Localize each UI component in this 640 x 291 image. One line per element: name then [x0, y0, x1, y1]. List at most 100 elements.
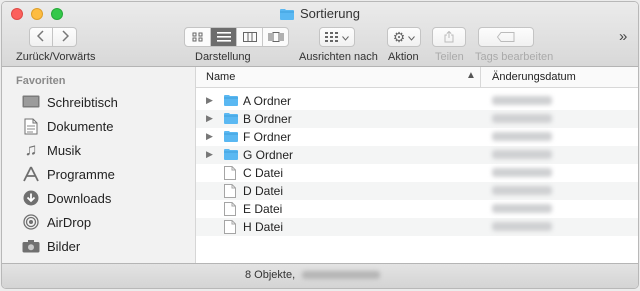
list-view-button[interactable] [211, 28, 237, 46]
nav-label: Zurück/Vorwärts [16, 51, 96, 63]
available-space-redacted [302, 271, 380, 279]
sidebar-item-label: Musik [47, 142, 81, 158]
view-label: Darstellung [195, 51, 251, 63]
disclosure-triangle-icon[interactable]: ▶ [206, 131, 213, 142]
list-item[interactable]: ▶ A Ordner [196, 92, 638, 110]
gear-icon: ⚙ [392, 29, 406, 45]
sidebar-item-label: Programme [47, 166, 115, 182]
list-item[interactable]: ▶ G Ordner [196, 146, 638, 164]
column-name-header[interactable]: Name [206, 71, 235, 83]
disclosure-triangle-icon[interactable]: ▶ [206, 149, 213, 160]
list-item[interactable]: C Datei [196, 164, 638, 182]
sidebar-item-label: Dokumente [47, 118, 114, 134]
file-name: B Ordner [243, 112, 292, 126]
file-name: G Ordner [243, 148, 294, 162]
sidebar-item-desktop[interactable]: Schreibtisch [22, 91, 118, 113]
share-icon [444, 31, 454, 43]
list-item[interactable]: E Datei [196, 200, 638, 218]
airdrop-icon [22, 213, 40, 231]
status-bar: 8 Objekte, [2, 263, 638, 288]
columns-icon [242, 32, 257, 42]
forward-button[interactable] [53, 27, 77, 47]
file-list: Name ▲ Änderungsdatum ▶ A Ordner ▶ B Ord… [196, 67, 638, 264]
chevron-left-icon [36, 29, 45, 45]
file-icon [224, 166, 236, 183]
date-value-redacted [492, 168, 552, 177]
sidebar-item-pictures[interactable]: Bilder [22, 235, 80, 257]
item-count: 8 Objekte, [245, 269, 296, 281]
tags-label: Tags bearbeiten [475, 51, 554, 63]
coverflow-view-button[interactable] [263, 28, 288, 46]
column-date-header[interactable]: Änderungsdatum [492, 71, 576, 83]
sidebar-item-label: Downloads [47, 190, 112, 206]
window-title: Sortierung [2, 6, 638, 23]
column-header: Name ▲ Änderungsdatum [196, 67, 638, 88]
arrange-label: Ausrichten nach [299, 51, 378, 63]
camera-icon [22, 237, 40, 255]
file-name: D Datei [243, 184, 284, 198]
grid-icon [192, 32, 202, 42]
tag-icon [497, 32, 515, 42]
file-name: A Ordner [243, 94, 292, 108]
sidebar-item-applications[interactable]: Programme [22, 163, 115, 185]
action-button[interactable]: ⚙ [387, 27, 421, 47]
date-value-redacted [492, 222, 552, 231]
file-name: F Ordner [243, 130, 292, 144]
music-icon: ♫ [24, 140, 38, 159]
toolbar: Sortierung Zurück/Vorwärts Darstellung A… [2, 2, 638, 67]
coverflow-icon [268, 32, 283, 42]
list-item[interactable]: H Datei [196, 218, 638, 236]
folder-icon [224, 94, 238, 109]
download-icon [22, 189, 40, 207]
file-name: H Datei [243, 220, 284, 234]
date-value-redacted [492, 204, 552, 213]
date-value-redacted [492, 132, 552, 141]
arrange-icon [325, 32, 338, 42]
desktop-icon [22, 93, 40, 111]
sidebar-heading: Favoriten [16, 75, 66, 87]
sort-ascending-icon: ▲ [466, 70, 476, 81]
folder-icon [224, 130, 238, 145]
file-icon [224, 202, 236, 219]
document-icon [22, 117, 40, 135]
chevron-down-icon [408, 30, 416, 44]
list-item[interactable]: ▶ B Ordner [196, 110, 638, 128]
arrange-button[interactable] [319, 27, 355, 47]
file-icon [224, 184, 236, 201]
folder-icon [224, 112, 238, 127]
date-value-redacted [492, 96, 552, 105]
file-icon [224, 220, 236, 237]
sidebar: Favoriten Schreibtisch Dokumente ♫ Musik… [2, 67, 196, 264]
sidebar-item-music[interactable]: ♫ Musik [22, 139, 81, 161]
sidebar-item-documents[interactable]: Dokumente [22, 115, 113, 137]
sidebar-item-downloads[interactable]: Downloads [22, 187, 111, 209]
sidebar-item-label: AirDrop [47, 214, 92, 230]
column-view-button[interactable] [237, 28, 263, 46]
folder-icon [224, 148, 238, 163]
finder-window: Sortierung Zurück/Vorwärts Darstellung A… [1, 1, 639, 289]
list-item[interactable]: ▶ F Ordner [196, 128, 638, 146]
list-icon [216, 32, 231, 42]
sidebar-item-airdrop[interactable]: AirDrop [22, 211, 91, 233]
back-button[interactable] [29, 27, 53, 47]
file-name: C Datei [243, 166, 284, 180]
folder-icon [280, 8, 294, 23]
date-value-redacted [492, 150, 552, 159]
chevron-down-icon [342, 30, 349, 44]
disclosure-triangle-icon[interactable]: ▶ [206, 95, 213, 106]
sidebar-item-label: Schreibtisch [47, 94, 118, 110]
apps-icon [22, 165, 40, 183]
file-name: E Datei [243, 202, 283, 216]
list-item[interactable]: D Datei [196, 182, 638, 200]
tags-button[interactable] [478, 27, 534, 47]
window-title-text: Sortierung [300, 6, 360, 21]
date-value-redacted [492, 114, 552, 123]
action-label: Aktion [388, 51, 419, 63]
share-label: Teilen [435, 51, 464, 63]
toolbar-overflow-button[interactable]: » [619, 28, 627, 45]
icon-view-button[interactable] [185, 28, 211, 46]
share-button[interactable] [432, 27, 466, 47]
sidebar-item-label: Bilder [47, 238, 81, 254]
view-mode-control[interactable] [184, 27, 289, 47]
disclosure-triangle-icon[interactable]: ▶ [206, 113, 213, 124]
